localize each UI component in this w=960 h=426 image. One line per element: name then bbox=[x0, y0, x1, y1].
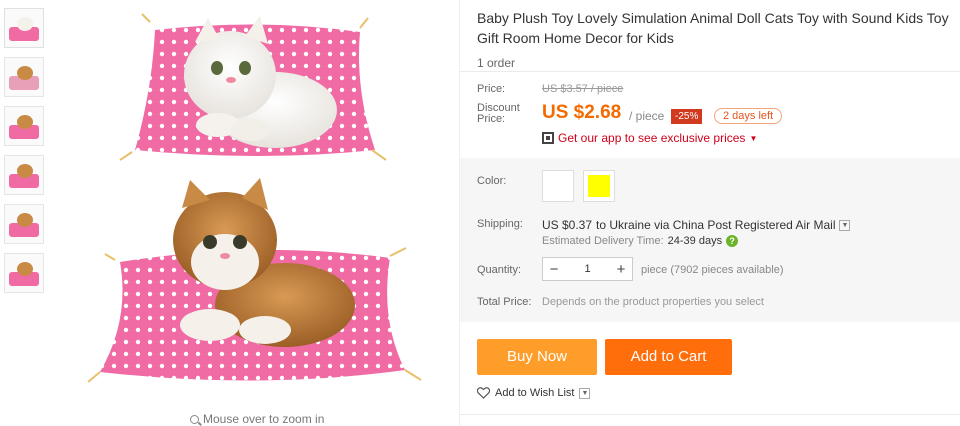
help-icon[interactable]: ? bbox=[726, 235, 739, 247]
thumbnail-1[interactable] bbox=[4, 8, 44, 48]
qr-code-icon bbox=[542, 132, 554, 144]
estimated-delivery-label: Estimated Delivery Time: bbox=[542, 235, 664, 247]
divider bbox=[460, 71, 960, 72]
zoom-hint-text: Mouse over to zoom in bbox=[203, 412, 325, 426]
original-price: US $3.57 / piece bbox=[542, 83, 624, 95]
main-product-image[interactable] bbox=[60, 0, 455, 410]
app-prices-link[interactable]: Get our app to see exclusive prices ▼ bbox=[542, 131, 757, 145]
magnifier-icon bbox=[190, 414, 199, 424]
days-left-badge: 2 days left bbox=[714, 108, 783, 124]
app-prices-text: Get our app to see exclusive prices bbox=[558, 131, 746, 145]
chevron-down-icon: ▼ bbox=[749, 133, 758, 143]
color-swatch-white[interactable] bbox=[542, 170, 574, 202]
shipping-price: US $0.37 bbox=[542, 218, 593, 232]
thumbnail-6[interactable] bbox=[4, 253, 44, 293]
total-price-label: Total Price: bbox=[477, 296, 532, 308]
quantity-label: Quantity: bbox=[477, 264, 522, 276]
thumbnail-list bbox=[4, 8, 44, 302]
product-info: Baby Plush Toy Lovely Simulation Animal … bbox=[477, 8, 952, 70]
divider bbox=[460, 414, 960, 415]
add-to-wish-list[interactable]: Add to Wish List ▼ bbox=[477, 387, 591, 399]
thumbnail-5[interactable] bbox=[4, 204, 44, 244]
shipping-label: Shipping: bbox=[477, 218, 523, 230]
decrease-quantity-button[interactable]: − bbox=[543, 261, 565, 278]
estimated-delivery-days: 24-39 days bbox=[667, 235, 723, 247]
product-title: Baby Plush Toy Lovely Simulation Animal … bbox=[477, 10, 949, 46]
estimated-delivery: Estimated Delivery Time: 24-39 days ? bbox=[542, 235, 739, 247]
discount-badge: -25% bbox=[671, 109, 703, 124]
quantity-available: piece (7902 pieces available) bbox=[641, 264, 784, 276]
total-price-note: Depends on the product properties you se… bbox=[542, 296, 764, 308]
shipping-method: to Ukraine via China Post Registered Air… bbox=[596, 218, 836, 232]
thumbnail-4[interactable] bbox=[4, 155, 44, 195]
heart-icon bbox=[477, 387, 490, 399]
buy-now-button[interactable]: Buy Now bbox=[477, 339, 597, 375]
chevron-down-icon[interactable]: ▼ bbox=[839, 219, 851, 231]
discount-price-label: Discount Price: bbox=[477, 102, 520, 125]
price-label: Price: bbox=[477, 83, 506, 95]
wish-list-text: Add to Wish List bbox=[495, 387, 575, 399]
quantity-input[interactable] bbox=[565, 263, 610, 275]
discount-price: US $2.68 bbox=[542, 102, 622, 123]
increase-quantity-button[interactable]: + bbox=[610, 261, 632, 278]
color-label: Color: bbox=[477, 175, 507, 187]
product-photo bbox=[87, 13, 422, 383]
order-count: 1 order bbox=[477, 56, 516, 70]
zoom-hint: Mouse over to zoom in bbox=[190, 412, 324, 426]
add-to-cart-button[interactable]: Add to Cart bbox=[605, 339, 732, 375]
chevron-down-icon[interactable]: ▼ bbox=[579, 387, 591, 399]
per-piece-label: / piece bbox=[629, 109, 665, 123]
quantity-stepper: − + bbox=[542, 257, 633, 281]
shipping-info[interactable]: US $0.37 to Ukraine via China Post Regis… bbox=[542, 218, 851, 232]
thumbnail-2[interactable] bbox=[4, 57, 44, 97]
color-swatch-yellow[interactable] bbox=[583, 170, 615, 202]
thumbnail-3[interactable] bbox=[4, 106, 44, 146]
